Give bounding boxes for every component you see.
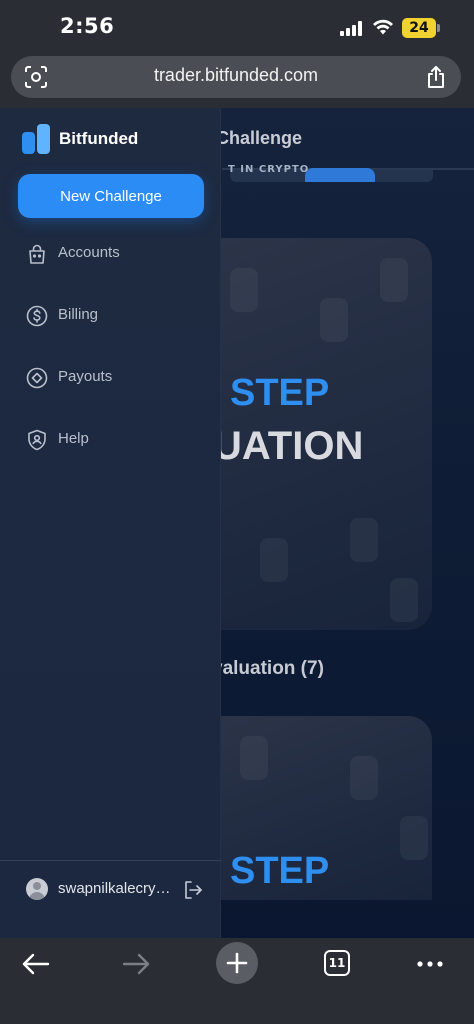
avatar: [26, 878, 48, 900]
card-step-text: STEP: [230, 372, 330, 414]
card-step-text: STEP: [230, 850, 330, 892]
promo-banner-text: T IN CRYPTO: [228, 164, 310, 175]
shield-user-icon: [28, 429, 46, 451]
arrow-left-icon: [22, 953, 50, 975]
back-button[interactable]: [14, 942, 58, 986]
cellular-signal-icon: [340, 20, 366, 36]
address-bar[interactable]: trader.bitfunded.com: [11, 56, 461, 98]
new-challenge-button[interactable]: New Challenge: [18, 174, 204, 218]
promo-banner-graphic: [305, 168, 375, 182]
page-title: Challenge: [216, 128, 303, 148]
forward-button[interactable]: [114, 942, 158, 986]
more-dots-icon: [417, 961, 443, 967]
share-icon[interactable]: [425, 65, 447, 89]
browser-address-area: trader.bitfunded.com: [0, 56, 474, 108]
sidebar-item-label: Accounts: [58, 244, 120, 261]
dollar-circle-icon: [26, 305, 48, 327]
sidebar-item-label: Help: [58, 430, 89, 447]
arrow-right-icon: [122, 953, 150, 975]
sidebar-item-accounts[interactable]: Accounts: [26, 240, 206, 268]
sidebar-drawer: Bitfunded New Challenge Accounts Billing…: [0, 108, 221, 938]
sidebar-item-payouts[interactable]: Payouts: [26, 364, 206, 392]
sidebar-item-label: Payouts: [58, 368, 113, 385]
new-tab-button[interactable]: [216, 942, 258, 984]
user-profile-row[interactable]: swapnilkalecrypto: [26, 876, 206, 904]
sidebar-divider: [0, 860, 221, 861]
username: swapnilkalecrypto: [58, 880, 174, 897]
wifi-icon: [373, 19, 393, 35]
battery-indicator: 24: [402, 18, 440, 38]
more-menu-button[interactable]: [408, 942, 452, 986]
sidebar-item-billing[interactable]: Billing: [26, 302, 206, 330]
diamond-icon: [26, 367, 48, 389]
browser-toolbar: 11: [0, 938, 474, 1024]
logout-icon[interactable]: [182, 879, 204, 901]
bag-icon: [29, 244, 45, 264]
tabs-button[interactable]: 11: [324, 950, 350, 976]
sidebar-item-help[interactable]: Help: [26, 426, 206, 454]
status-time: 2:56: [60, 14, 115, 38]
url-text: trader.bitfunded.com: [153, 65, 319, 85]
brand-name: Bitfunded: [59, 129, 139, 148]
plus-icon: [226, 952, 248, 974]
sidebar-item-label: Billing: [58, 306, 99, 323]
status-bar: 2:56 24: [0, 0, 474, 56]
section-label: valuation (7): [212, 658, 324, 679]
card-evaluation-text: UATION: [213, 424, 364, 468]
bitfunded-logo: [22, 124, 52, 154]
